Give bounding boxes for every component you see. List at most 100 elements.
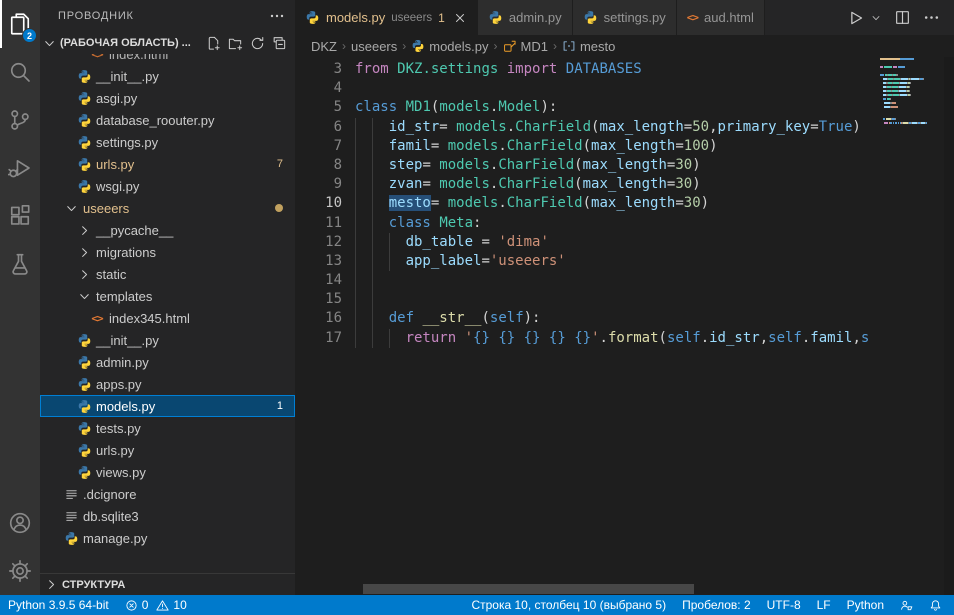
- code-editor[interactable]: 3from DKZ.settings import DATABASES45cla…: [295, 57, 879, 583]
- refresh-icon[interactable]: [250, 36, 265, 51]
- collapse-all-icon[interactable]: [272, 36, 287, 51]
- code-token: .: [507, 119, 515, 135]
- run-dropdown-icon[interactable]: [876, 12, 882, 24]
- line-number[interactable]: 13: [295, 252, 355, 271]
- line-number[interactable]: 15: [295, 290, 355, 309]
- outline-section-header[interactable]: СТРУКТУРА: [40, 573, 295, 595]
- code-line-11[interactable]: 11 class Meta:: [295, 214, 879, 233]
- tree-item-index-html[interactable]: <>index.html: [40, 54, 295, 65]
- tree-item-templates[interactable]: templates: [40, 285, 295, 307]
- line-number[interactable]: 10: [295, 194, 355, 213]
- code-line-14[interactable]: 14: [295, 271, 879, 290]
- status-python-interpreter[interactable]: Python 3.9.5 64-bit: [0, 595, 117, 615]
- code-line-3[interactable]: 3from DKZ.settings import DATABASES: [295, 60, 879, 79]
- explorer-more-actions-icon[interactable]: [269, 8, 285, 24]
- status-indentation[interactable]: Пробелов: 2: [674, 595, 759, 615]
- run-button[interactable]: [846, 9, 864, 27]
- tree-item-useeers[interactable]: useeers: [40, 197, 295, 219]
- tab-admin-py[interactable]: admin.py: [478, 0, 573, 35]
- breadcrumb-item-dkz[interactable]: DKZ: [311, 39, 337, 54]
- status-cursor-position[interactable]: Строка 10, столбец 10 (выбрано 5): [463, 595, 674, 615]
- tree-item-db-sqlite3[interactable]: db.sqlite3: [40, 505, 295, 527]
- tree-item-urls-py[interactable]: urls.py: [40, 439, 295, 461]
- activity-explorer-icon[interactable]: 2: [0, 0, 40, 48]
- tree-item-label: wsgi.py: [96, 179, 139, 194]
- line-number[interactable]: 9: [295, 175, 355, 194]
- code-line-8[interactable]: 8 step= models.CharField(max_length=30): [295, 156, 879, 175]
- code-line-16[interactable]: 16 def __str__(self):: [295, 309, 879, 328]
- close-icon[interactable]: [453, 11, 467, 25]
- line-number[interactable]: 6: [295, 118, 355, 137]
- tree-item-index345-html[interactable]: <>index345.html: [40, 307, 295, 329]
- tree-item-asgi-py[interactable]: asgi.py: [40, 87, 295, 109]
- tree-item-apps-py[interactable]: apps.py: [40, 373, 295, 395]
- code-line-17[interactable]: 17 return '{} {} {} {} {}'.format(self.i…: [295, 329, 879, 348]
- code-line-15[interactable]: 15: [295, 290, 879, 309]
- tree-item-migrations[interactable]: migrations: [40, 241, 295, 263]
- tree-item-init-py[interactable]: __init__.py: [40, 65, 295, 87]
- line-number[interactable]: 8: [295, 156, 355, 175]
- tree-item-models-py[interactable]: models.py1: [40, 395, 295, 417]
- file-tree: <>index.html__init__.pyasgi.pydatabase_r…: [40, 54, 295, 573]
- breadcrumb-item-models-py[interactable]: models.py: [411, 39, 488, 54]
- line-number[interactable]: 12: [295, 233, 355, 252]
- code-line-7[interactable]: 7 famil= models.CharField(max_length=100…: [295, 137, 879, 156]
- new-folder-icon[interactable]: [228, 36, 243, 51]
- line-number[interactable]: 17: [295, 329, 355, 348]
- status-problems[interactable]: 010: [117, 595, 195, 615]
- line-number[interactable]: 7: [295, 137, 355, 156]
- split-editor-icon[interactable]: [894, 9, 911, 26]
- tree-item-init-py[interactable]: __init__.py: [40, 329, 295, 351]
- code-line-10[interactable]: 10 mesto= models.CharField(max_length=30…: [295, 194, 879, 213]
- line-number[interactable]: 14: [295, 271, 355, 290]
- vertical-scrollbar[interactable]: [944, 57, 954, 595]
- tab-settings-py[interactable]: settings.py: [573, 0, 677, 35]
- code-line-6[interactable]: 6 id_str= models.CharField(max_length=50…: [295, 118, 879, 137]
- tree-item-views-py[interactable]: views.py: [40, 461, 295, 483]
- minimap[interactable]: [880, 57, 944, 595]
- indent-guide: [355, 233, 356, 252]
- tree-item-pycache[interactable]: __pycache__: [40, 219, 295, 241]
- breadcrumb-item-md1[interactable]: MD1: [503, 39, 548, 54]
- tab-aud-html[interactable]: <>aud.html: [677, 0, 765, 35]
- line-number[interactable]: 11: [295, 214, 355, 233]
- tree-item-static[interactable]: static: [40, 263, 295, 285]
- activity-testing-icon[interactable]: [0, 240, 40, 288]
- line-number[interactable]: 3: [295, 60, 355, 79]
- status-feedback[interactable]: [892, 595, 921, 615]
- breadcrumb-item-mesto[interactable]: mesto: [562, 39, 615, 54]
- status-eol[interactable]: LF: [809, 595, 839, 615]
- tree-item-wsgi-py[interactable]: wsgi.py: [40, 175, 295, 197]
- tree-item-database-roouter-py[interactable]: database_roouter.py: [40, 109, 295, 131]
- more-actions-icon[interactable]: [923, 9, 940, 26]
- workspace-section-header[interactable]: (РАБОЧАЯ ОБЛАСТЬ) ...: [40, 32, 295, 54]
- activity-run-debug-icon[interactable]: [0, 144, 40, 192]
- status-language-mode[interactable]: Python: [839, 595, 892, 615]
- code-line-13[interactable]: 13 app_label='useeers': [295, 252, 879, 271]
- activity-extensions-icon[interactable]: [0, 192, 40, 240]
- new-file-icon[interactable]: [206, 36, 221, 51]
- code-line-9[interactable]: 9 zvan= models.CharField(max_length=30): [295, 175, 879, 194]
- code-line-4[interactable]: 4: [295, 79, 879, 98]
- tab-models-py[interactable]: models.pyuseeers1: [295, 0, 478, 35]
- tree-item-tests-py[interactable]: tests.py: [40, 417, 295, 439]
- status-notifications[interactable]: [921, 595, 950, 615]
- activity-source-control-icon[interactable]: [0, 96, 40, 144]
- horizontal-scrollbar[interactable]: [363, 584, 694, 594]
- code-line-12[interactable]: 12 db_table = 'dima': [295, 233, 879, 252]
- line-number[interactable]: 5: [295, 98, 355, 117]
- tree-item-dcignore[interactable]: .dcignore: [40, 483, 295, 505]
- tree-item-admin-py[interactable]: admin.py: [40, 351, 295, 373]
- line-number[interactable]: 4: [295, 79, 355, 98]
- code-line-5[interactable]: 5class MD1(models.Model):: [295, 98, 879, 117]
- line-number[interactable]: 16: [295, 309, 355, 328]
- tree-item-settings-py[interactable]: settings.py: [40, 131, 295, 153]
- breadcrumb-item-useeers[interactable]: useeers: [351, 39, 397, 54]
- activity-search-icon[interactable]: [0, 48, 40, 96]
- tree-item-urls-py[interactable]: urls.py7: [40, 153, 295, 175]
- activity-settings-icon[interactable]: [0, 547, 40, 595]
- activity-account-icon[interactable]: [0, 499, 40, 547]
- tree-item-manage-py[interactable]: manage.py: [40, 527, 295, 549]
- chevron-down-icon[interactable]: [42, 36, 57, 51]
- status-encoding[interactable]: UTF-8: [759, 595, 809, 615]
